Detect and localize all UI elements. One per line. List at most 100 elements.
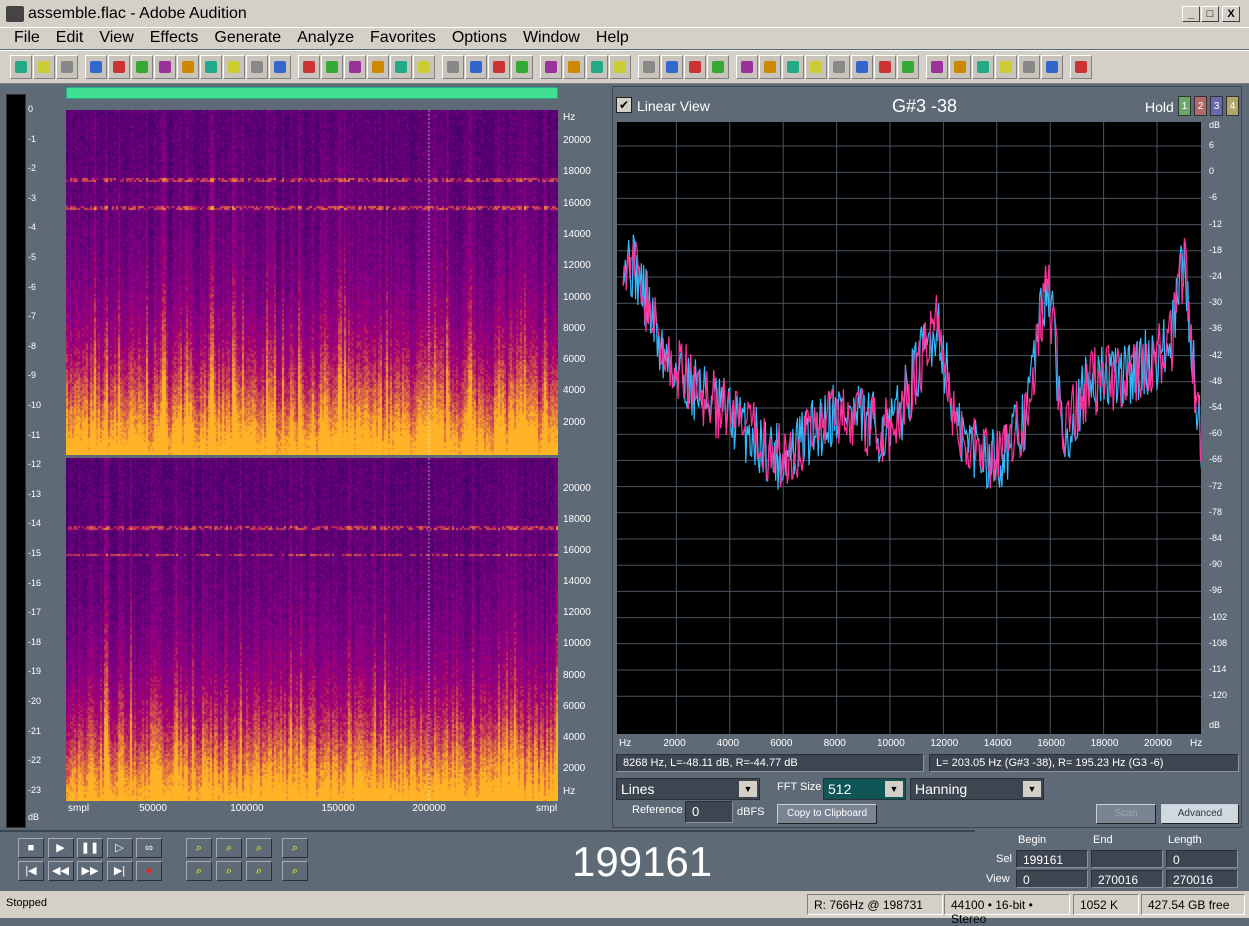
transport-button[interactable]: ▶ bbox=[47, 838, 74, 858]
toolbar-button[interactable] bbox=[246, 55, 268, 79]
toolbar-button[interactable] bbox=[367, 55, 389, 79]
spectrogram-left-channel[interactable] bbox=[66, 110, 558, 455]
reference-input[interactable]: 0 bbox=[685, 801, 733, 823]
menu-analyze[interactable]: Analyze bbox=[289, 28, 362, 49]
menu-effects[interactable]: Effects bbox=[142, 28, 207, 49]
menu-window[interactable]: Window bbox=[515, 28, 588, 49]
toolbar-button[interactable] bbox=[609, 55, 631, 79]
maximize-button[interactable]: □ bbox=[1201, 6, 1219, 22]
zoom-button[interactable]: ⌕ bbox=[186, 861, 212, 881]
close-button[interactable]: X bbox=[1222, 6, 1240, 22]
toolbar-button[interactable] bbox=[972, 55, 994, 79]
menu-edit[interactable]: Edit bbox=[48, 28, 92, 49]
transport-button[interactable]: ▶| bbox=[106, 861, 133, 881]
transport-button[interactable]: ❚❚ bbox=[77, 838, 103, 858]
transport-button[interactable]: ▶▶ bbox=[77, 861, 103, 881]
toolbar-button[interactable] bbox=[759, 55, 781, 79]
toolbar-button[interactable] bbox=[1041, 55, 1063, 79]
toolbar-button[interactable] bbox=[684, 55, 706, 79]
zoom-button[interactable]: ⌕ bbox=[282, 861, 308, 881]
sel-begin-field[interactable]: 199161 bbox=[1016, 850, 1088, 868]
fft-size-dropdown[interactable]: 512 ▼ bbox=[823, 778, 906, 800]
menu-favorites[interactable]: Favorites bbox=[362, 28, 444, 49]
toolbar-button[interactable] bbox=[85, 55, 107, 79]
toolbar-button[interactable] bbox=[465, 55, 487, 79]
toolbar-button[interactable] bbox=[782, 55, 804, 79]
reference-label: Reference bbox=[632, 804, 683, 816]
toolbar-button[interactable] bbox=[10, 55, 32, 79]
toolbar-button[interactable] bbox=[223, 55, 245, 79]
toolbar-button[interactable] bbox=[874, 55, 896, 79]
sel-length-field[interactable]: 0 bbox=[1166, 850, 1238, 868]
toolbar-button[interactable] bbox=[200, 55, 222, 79]
hold-button-1[interactable]: 1 bbox=[1178, 96, 1191, 116]
toolbar-button[interactable] bbox=[298, 55, 320, 79]
toolbar-button[interactable] bbox=[897, 55, 919, 79]
menu-help[interactable]: Help bbox=[588, 28, 637, 49]
scan-button[interactable]: Scan bbox=[1096, 804, 1156, 824]
zoom-button[interactable]: ⌕ bbox=[216, 838, 242, 858]
toolbar-button[interactable] bbox=[1018, 55, 1040, 79]
toolbar-button[interactable] bbox=[108, 55, 130, 79]
linear-view-checkbox[interactable]: ✔ bbox=[616, 97, 632, 113]
transport-button[interactable]: ● bbox=[136, 861, 162, 881]
view-end-field[interactable]: 270016 bbox=[1091, 870, 1163, 888]
spectrum-graph[interactable] bbox=[617, 122, 1201, 734]
toolbar-button[interactable] bbox=[805, 55, 827, 79]
toolbar-button[interactable] bbox=[56, 55, 78, 79]
display-mode-dropdown[interactable]: Lines ▼ bbox=[616, 778, 760, 800]
transport-button[interactable]: ∞ bbox=[136, 838, 162, 858]
toolbar-button[interactable] bbox=[736, 55, 758, 79]
meter-tick: -14 bbox=[28, 518, 42, 529]
toolbar-button[interactable] bbox=[1070, 55, 1092, 79]
toolbar-button[interactable] bbox=[828, 55, 850, 79]
toolbar-button[interactable] bbox=[707, 55, 729, 79]
view-length-field[interactable]: 270016 bbox=[1166, 870, 1238, 888]
toolbar-button[interactable] bbox=[851, 55, 873, 79]
zoom-button[interactable]: ⌕ bbox=[216, 861, 242, 881]
spectrogram-right-channel[interactable] bbox=[66, 458, 558, 801]
toolbar-button[interactable] bbox=[154, 55, 176, 79]
toolbar-button[interactable] bbox=[390, 55, 412, 79]
overview-timeline[interactable] bbox=[66, 87, 558, 99]
zoom-button[interactable]: ⌕ bbox=[246, 861, 272, 881]
zoom-button[interactable]: ⌕ bbox=[186, 838, 212, 858]
toolbar-button[interactable] bbox=[321, 55, 343, 79]
toolbar-button[interactable] bbox=[177, 55, 199, 79]
toolbar-button[interactable] bbox=[131, 55, 153, 79]
menu-file[interactable]: File bbox=[6, 28, 48, 49]
toolbar-button[interactable] bbox=[926, 55, 948, 79]
view-begin-field[interactable]: 0 bbox=[1016, 870, 1088, 888]
transport-button[interactable]: |◀ bbox=[18, 861, 44, 881]
transport-button[interactable]: ◀◀ bbox=[47, 861, 74, 881]
advanced-button[interactable]: Advanced bbox=[1161, 804, 1239, 824]
zoom-button[interactable]: ⌕ bbox=[282, 838, 308, 858]
toolbar-button[interactable] bbox=[442, 55, 464, 79]
toolbar-button[interactable] bbox=[638, 55, 660, 79]
toolbar-button[interactable] bbox=[511, 55, 533, 79]
toolbar-button[interactable] bbox=[661, 55, 683, 79]
toolbar-button[interactable] bbox=[995, 55, 1017, 79]
hold-button-2[interactable]: 2 bbox=[1194, 96, 1207, 116]
menu-generate[interactable]: Generate bbox=[206, 28, 289, 49]
toolbar-button[interactable] bbox=[949, 55, 971, 79]
toolbar-button[interactable] bbox=[413, 55, 435, 79]
toolbar-button[interactable] bbox=[586, 55, 608, 79]
toolbar-button[interactable] bbox=[269, 55, 291, 79]
hold-button-3[interactable]: 3 bbox=[1210, 96, 1223, 116]
toolbar-button[interactable] bbox=[488, 55, 510, 79]
toolbar-button[interactable] bbox=[563, 55, 585, 79]
menu-options[interactable]: Options bbox=[444, 28, 515, 49]
copy-to-clipboard-button[interactable]: Copy to Clipboard bbox=[777, 804, 877, 824]
toolbar-button[interactable] bbox=[344, 55, 366, 79]
toolbar-button[interactable] bbox=[540, 55, 562, 79]
window-function-dropdown[interactable]: Hanning ▼ bbox=[910, 778, 1044, 800]
sel-end-field[interactable] bbox=[1091, 850, 1163, 868]
zoom-button[interactable]: ⌕ bbox=[246, 838, 272, 858]
hold-button-4[interactable]: 4 bbox=[1226, 96, 1239, 116]
minimize-button[interactable]: _ bbox=[1182, 6, 1200, 22]
transport-button[interactable]: ■ bbox=[18, 838, 44, 858]
transport-button[interactable]: ▷ bbox=[106, 838, 133, 858]
menu-view[interactable]: View bbox=[91, 28, 141, 49]
toolbar-button[interactable] bbox=[33, 55, 55, 79]
